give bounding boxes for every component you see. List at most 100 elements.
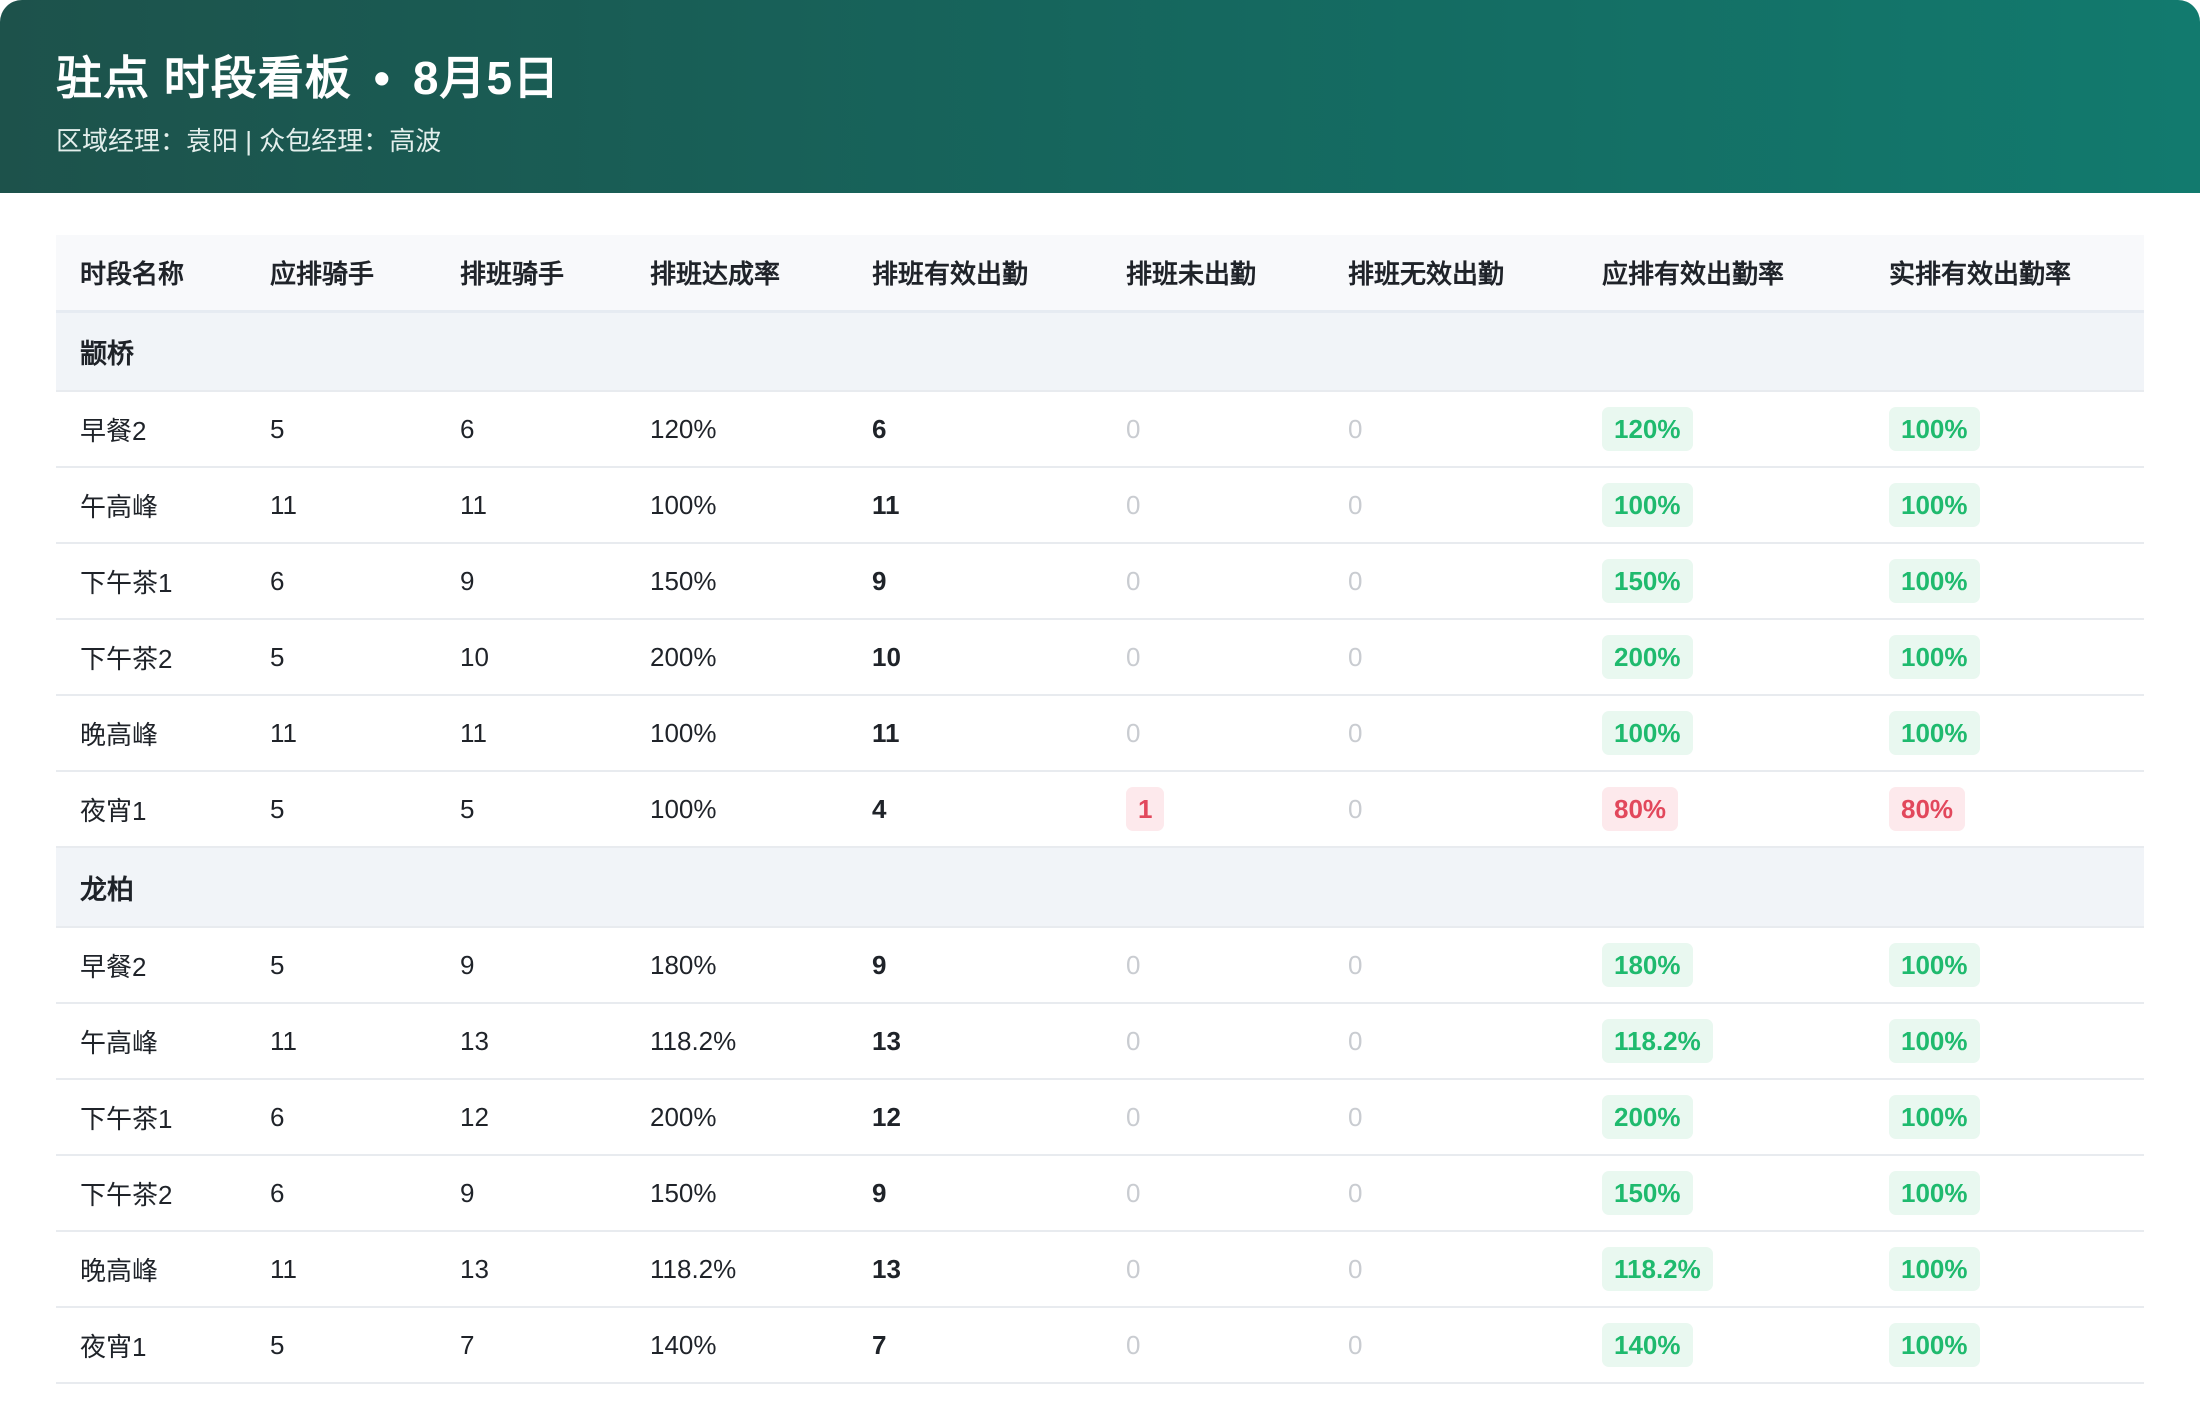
cell-req-valid-rate: 80% [1578, 771, 1865, 848]
cell-absent: 0 [1102, 1155, 1324, 1232]
table-row: 下午茶1 6 12 200% 12 0 0 200% 100% [56, 1079, 2144, 1156]
cell-period: 夜宵1 [56, 771, 246, 848]
cell-invalid: 0 [1324, 1307, 1578, 1384]
cell-scheduled: 10 [436, 619, 626, 696]
cell-act-valid-rate: 100% [1865, 619, 2144, 696]
cell-required: 11 [246, 467, 436, 544]
cell-scheduled: 11 [436, 695, 626, 772]
cell-act-valid-rate: 100% [1865, 1155, 2144, 1232]
cell-rate: 180% [626, 927, 848, 1004]
group-name: 龙柏 [56, 847, 2144, 928]
cell-req-valid-rate: 118.2% [1578, 1003, 1865, 1080]
cell-req-valid-rate: 200% [1578, 1079, 1865, 1156]
cell-required: 5 [246, 1307, 436, 1384]
cell-required: 11 [246, 695, 436, 772]
page-title-date: 8月5日 [412, 52, 561, 104]
rate-badge: 100% [1889, 1323, 1980, 1367]
rate-badge: 200% [1602, 1095, 1693, 1139]
cell-absent: 0 [1102, 543, 1324, 620]
cell-rate: 150% [626, 543, 848, 620]
cell-required: 6 [246, 1155, 436, 1232]
rate-badge: 100% [1602, 711, 1693, 755]
cell-rate: 100% [626, 467, 848, 544]
column-header: 实排有效出勤率 [1865, 235, 2144, 313]
table-header: 时段名称 应排骑手 排班骑手 排班达成率 排班有效出勤 排班未出勤 排班无效出勤 应排有效出勤… [56, 235, 2144, 313]
cell-invalid: 0 [1324, 467, 1578, 544]
rate-badge: 100% [1889, 711, 1980, 755]
cell-period: 下午茶2 [56, 1155, 246, 1232]
cell-period: 下午茶1 [56, 1079, 246, 1156]
cell-period: 早餐2 [56, 927, 246, 1004]
cell-period: 午高峰 [56, 467, 246, 544]
absent-badge: 1 [1126, 787, 1165, 831]
rate-badge: 100% [1889, 483, 1980, 527]
cell-valid: 10 [848, 619, 1102, 696]
cell-absent: 0 [1102, 467, 1324, 544]
rate-badge: 100% [1889, 1171, 1980, 1215]
cell-invalid: 0 [1324, 1079, 1578, 1156]
cell-scheduled: 13 [436, 1003, 626, 1080]
cell-rate: 150% [626, 1155, 848, 1232]
cell-act-valid-rate: 100% [1865, 1003, 2144, 1080]
cell-absent: 0 [1102, 619, 1324, 696]
cell-period: 下午茶1 [56, 543, 246, 620]
cell-rate: 200% [626, 1079, 848, 1156]
rate-badge: 118.2% [1602, 1247, 1713, 1291]
rate-badge: 150% [1602, 1171, 1693, 1215]
cell-required: 5 [246, 927, 436, 1004]
column-header: 时段名称 [56, 235, 246, 313]
group-row: 颛桥 [56, 311, 2144, 392]
cell-req-valid-rate: 150% [1578, 543, 1865, 620]
cell-absent: 0 [1102, 1231, 1324, 1308]
table-body: 颛桥 早餐2 5 6 120% 6 0 0 120% 100% 午高峰 11 11 100% 11 0 0 100… [56, 311, 2144, 1384]
cell-absent: 1 [1102, 771, 1324, 848]
cell-scheduled: 12 [436, 1079, 626, 1156]
cell-period: 下午茶2 [56, 619, 246, 696]
cell-absent: 0 [1102, 927, 1324, 1004]
cell-rate: 200% [626, 619, 848, 696]
cell-scheduled: 9 [436, 1155, 626, 1232]
table-row: 夜宵1 5 7 140% 7 0 0 140% 100% [56, 1307, 2144, 1384]
cell-required: 6 [246, 1079, 436, 1156]
cell-invalid: 0 [1324, 771, 1578, 848]
title-separator-dot: • [373, 52, 391, 104]
column-header: 排班有效出勤 [848, 235, 1102, 313]
cell-invalid: 0 [1324, 927, 1578, 1004]
cell-rate: 100% [626, 695, 848, 772]
table-row: 下午茶1 6 9 150% 9 0 0 150% 100% [56, 543, 2144, 620]
rate-badge: 150% [1602, 559, 1693, 603]
cell-period: 晚高峰 [56, 695, 246, 772]
cell-scheduled: 11 [436, 467, 626, 544]
cell-absent: 0 [1102, 695, 1324, 772]
cell-valid: 12 [848, 1079, 1102, 1156]
table-row: 晚高峰 11 11 100% 11 0 0 100% 100% [56, 695, 2144, 772]
rate-badge: 80% [1602, 787, 1679, 831]
rate-badge: 100% [1889, 1247, 1980, 1291]
cell-act-valid-rate: 100% [1865, 543, 2144, 620]
cell-valid: 13 [848, 1003, 1102, 1080]
cell-period: 夜宵1 [56, 1307, 246, 1384]
column-header: 排班无效出勤 [1324, 235, 1578, 313]
cell-absent: 0 [1102, 1003, 1324, 1080]
cell-absent: 0 [1102, 1307, 1324, 1384]
cell-scheduled: 13 [436, 1231, 626, 1308]
rate-badge: 100% [1889, 1019, 1980, 1063]
group-name: 颛桥 [56, 311, 2144, 392]
cell-req-valid-rate: 200% [1578, 619, 1865, 696]
rate-badge: 100% [1602, 483, 1693, 527]
column-header: 排班未出勤 [1102, 235, 1324, 313]
cell-req-valid-rate: 100% [1578, 695, 1865, 772]
cell-scheduled: 9 [436, 543, 626, 620]
page-title: 驻点 时段看板 • 8月5日 [56, 48, 2200, 108]
rate-badge: 140% [1602, 1323, 1693, 1367]
rate-badge: 100% [1889, 1095, 1980, 1139]
column-header: 排班达成率 [626, 235, 848, 313]
cell-valid: 7 [848, 1307, 1102, 1384]
cell-req-valid-rate: 100% [1578, 467, 1865, 544]
table-row: 下午茶2 5 10 200% 10 0 0 200% 100% [56, 619, 2144, 696]
page-title-text: 驻点 时段看板 [56, 52, 352, 104]
cell-rate: 120% [626, 391, 848, 468]
cell-act-valid-rate: 100% [1865, 1079, 2144, 1156]
cell-absent: 0 [1102, 391, 1324, 468]
cell-invalid: 0 [1324, 695, 1578, 772]
